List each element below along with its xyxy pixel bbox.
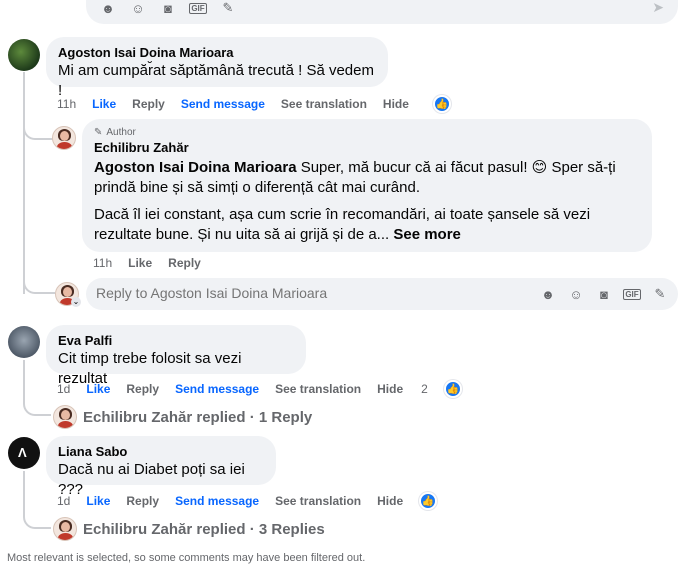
avatar[interactable] xyxy=(8,326,40,358)
reply-composer-icons: ☻ ☺ ◙ GIF ✎ xyxy=(540,286,668,302)
see-more-link[interactable]: See more xyxy=(393,226,461,243)
comment-actions: 11h Like Reply Send message See translat… xyxy=(57,95,467,113)
top-comment-composer[interactable]: ☻ ☺ ◙ GIF ✎ ➤ xyxy=(86,0,678,24)
replies-summary[interactable]: Echilibru Zahăr replied · 1 Reply xyxy=(83,409,312,426)
filter-note: Most relevant is selected, so some comme… xyxy=(7,552,366,564)
like-button[interactable]: Like xyxy=(86,494,110,508)
see-translation-button[interactable]: See translation xyxy=(281,97,367,111)
comment-bubble: Eva Palfi Cit timp trebe folosit sa vezi… xyxy=(46,325,306,387)
avatar-sticker-icon[interactable]: ☻ xyxy=(540,286,556,302)
sticker-icon[interactable]: ✎ xyxy=(652,286,668,302)
pencil-icon: ✎ xyxy=(94,127,103,138)
chevron-down-icon[interactable]: ⌄ xyxy=(71,297,81,307)
like-button[interactable]: Like xyxy=(92,97,116,111)
comment-bubble: Agoston Isai Doina Marioara Mi am cumpăr… xyxy=(46,37,388,99)
view-replies[interactable]: Echilibru Zahăr replied · 3 Replies xyxy=(53,517,325,541)
see-translation-button[interactable]: See translation xyxy=(275,494,361,508)
avatar[interactable] xyxy=(52,126,76,150)
avatar[interactable]: Λ xyxy=(8,437,40,469)
author-reply-bubble: ✎ Author Echilibru Zahăr Agoston Isai Do… xyxy=(82,119,652,252)
comment-author[interactable]: Eva Palfi xyxy=(58,333,294,349)
avatar[interactable] xyxy=(8,39,40,71)
comment-time[interactable]: 1d xyxy=(57,382,70,396)
reply-composer[interactable]: ☻ ☺ ◙ GIF ✎ xyxy=(86,278,678,310)
logo-mark-icon: Λ xyxy=(18,445,27,460)
replies-summary[interactable]: Echilibru Zahăr replied · 3 Replies xyxy=(83,521,325,538)
avatar xyxy=(53,517,77,541)
comment-author[interactable]: Agoston Isai Doina Marioara xyxy=(58,45,376,61)
thread-connector xyxy=(23,511,51,529)
reply-time[interactable]: 11h xyxy=(93,256,112,270)
gif-icon[interactable]: GIF xyxy=(189,0,207,16)
comment-actions: 1d Like Reply Send message See translati… xyxy=(57,492,453,510)
send-message-button[interactable]: Send message xyxy=(175,494,259,508)
camera-icon[interactable]: ◙ xyxy=(596,286,612,302)
gif-icon[interactable]: GIF xyxy=(623,286,641,302)
reply-text-body-2: Dacă îl iei constant, așa cum scrie în r… xyxy=(94,206,591,243)
like-reaction-icon[interactable]: 👍 xyxy=(432,95,451,113)
thread-line xyxy=(23,72,25,294)
like-button[interactable]: Like xyxy=(128,256,152,270)
comment-author[interactable]: Liana Sabo xyxy=(58,444,264,460)
sticker-icon[interactable]: ✎ xyxy=(220,0,236,16)
comment-bubble: Liana Sabo Dacă nu ai Diabet poți sa iei… xyxy=(46,436,276,498)
top-composer-icons: ☻ ☺ ◙ GIF ✎ xyxy=(100,0,236,16)
comment-time[interactable]: 11h xyxy=(57,97,76,111)
like-reaction-icon[interactable]: 👍 xyxy=(443,380,462,398)
thread-connector xyxy=(23,398,51,416)
hide-button[interactable]: Hide xyxy=(383,97,409,111)
comment-actions: 1d Like Reply Send message See translati… xyxy=(57,380,478,398)
send-message-button[interactable]: Send message xyxy=(175,382,259,396)
author-badge-label: Author xyxy=(106,127,136,138)
like-reaction-icon[interactable]: 👍 xyxy=(419,492,438,510)
camera-icon[interactable]: ◙ xyxy=(160,0,176,16)
comment-time[interactable]: 1d xyxy=(57,494,70,508)
reply-text-2: Dacă îl iei constant, așa cum scrie în r… xyxy=(94,205,640,245)
reaction-count[interactable]: 2 xyxy=(421,382,428,396)
reply-button[interactable]: Reply xyxy=(168,256,201,270)
mention-link[interactable]: Agoston Isai Doina Marioara xyxy=(94,159,297,176)
see-translation-button[interactable]: See translation xyxy=(275,382,361,396)
reply-text-1: Agoston Isai Doina Marioara Super, mă bu… xyxy=(94,158,640,198)
view-replies[interactable]: Echilibru Zahăr replied · 1 Reply xyxy=(53,405,312,429)
send-icon[interactable]: ➤ xyxy=(652,0,664,16)
hide-button[interactable]: Hide xyxy=(377,382,403,396)
emoji-icon[interactable]: ☺ xyxy=(568,286,584,302)
reply-input[interactable] xyxy=(96,285,496,301)
thread-connector xyxy=(23,276,55,294)
avatar xyxy=(53,405,77,429)
thread-connector xyxy=(23,120,53,140)
reply-actions: 11h Like Reply xyxy=(93,256,217,270)
emoji-icon[interactable]: ☺ xyxy=(130,0,146,16)
reply-button[interactable]: Reply xyxy=(126,494,159,508)
like-button[interactable]: Like xyxy=(86,382,110,396)
reply-button[interactable]: Reply xyxy=(126,382,159,396)
avatar-sticker-icon[interactable]: ☻ xyxy=(100,0,116,16)
reply-author[interactable]: Echilibru Zahăr xyxy=(94,140,640,156)
reply-button[interactable]: Reply xyxy=(132,97,165,111)
hide-button[interactable]: Hide xyxy=(377,494,403,508)
send-message-button[interactable]: Send message xyxy=(181,97,265,111)
author-badge: ✎ Author xyxy=(94,127,640,138)
